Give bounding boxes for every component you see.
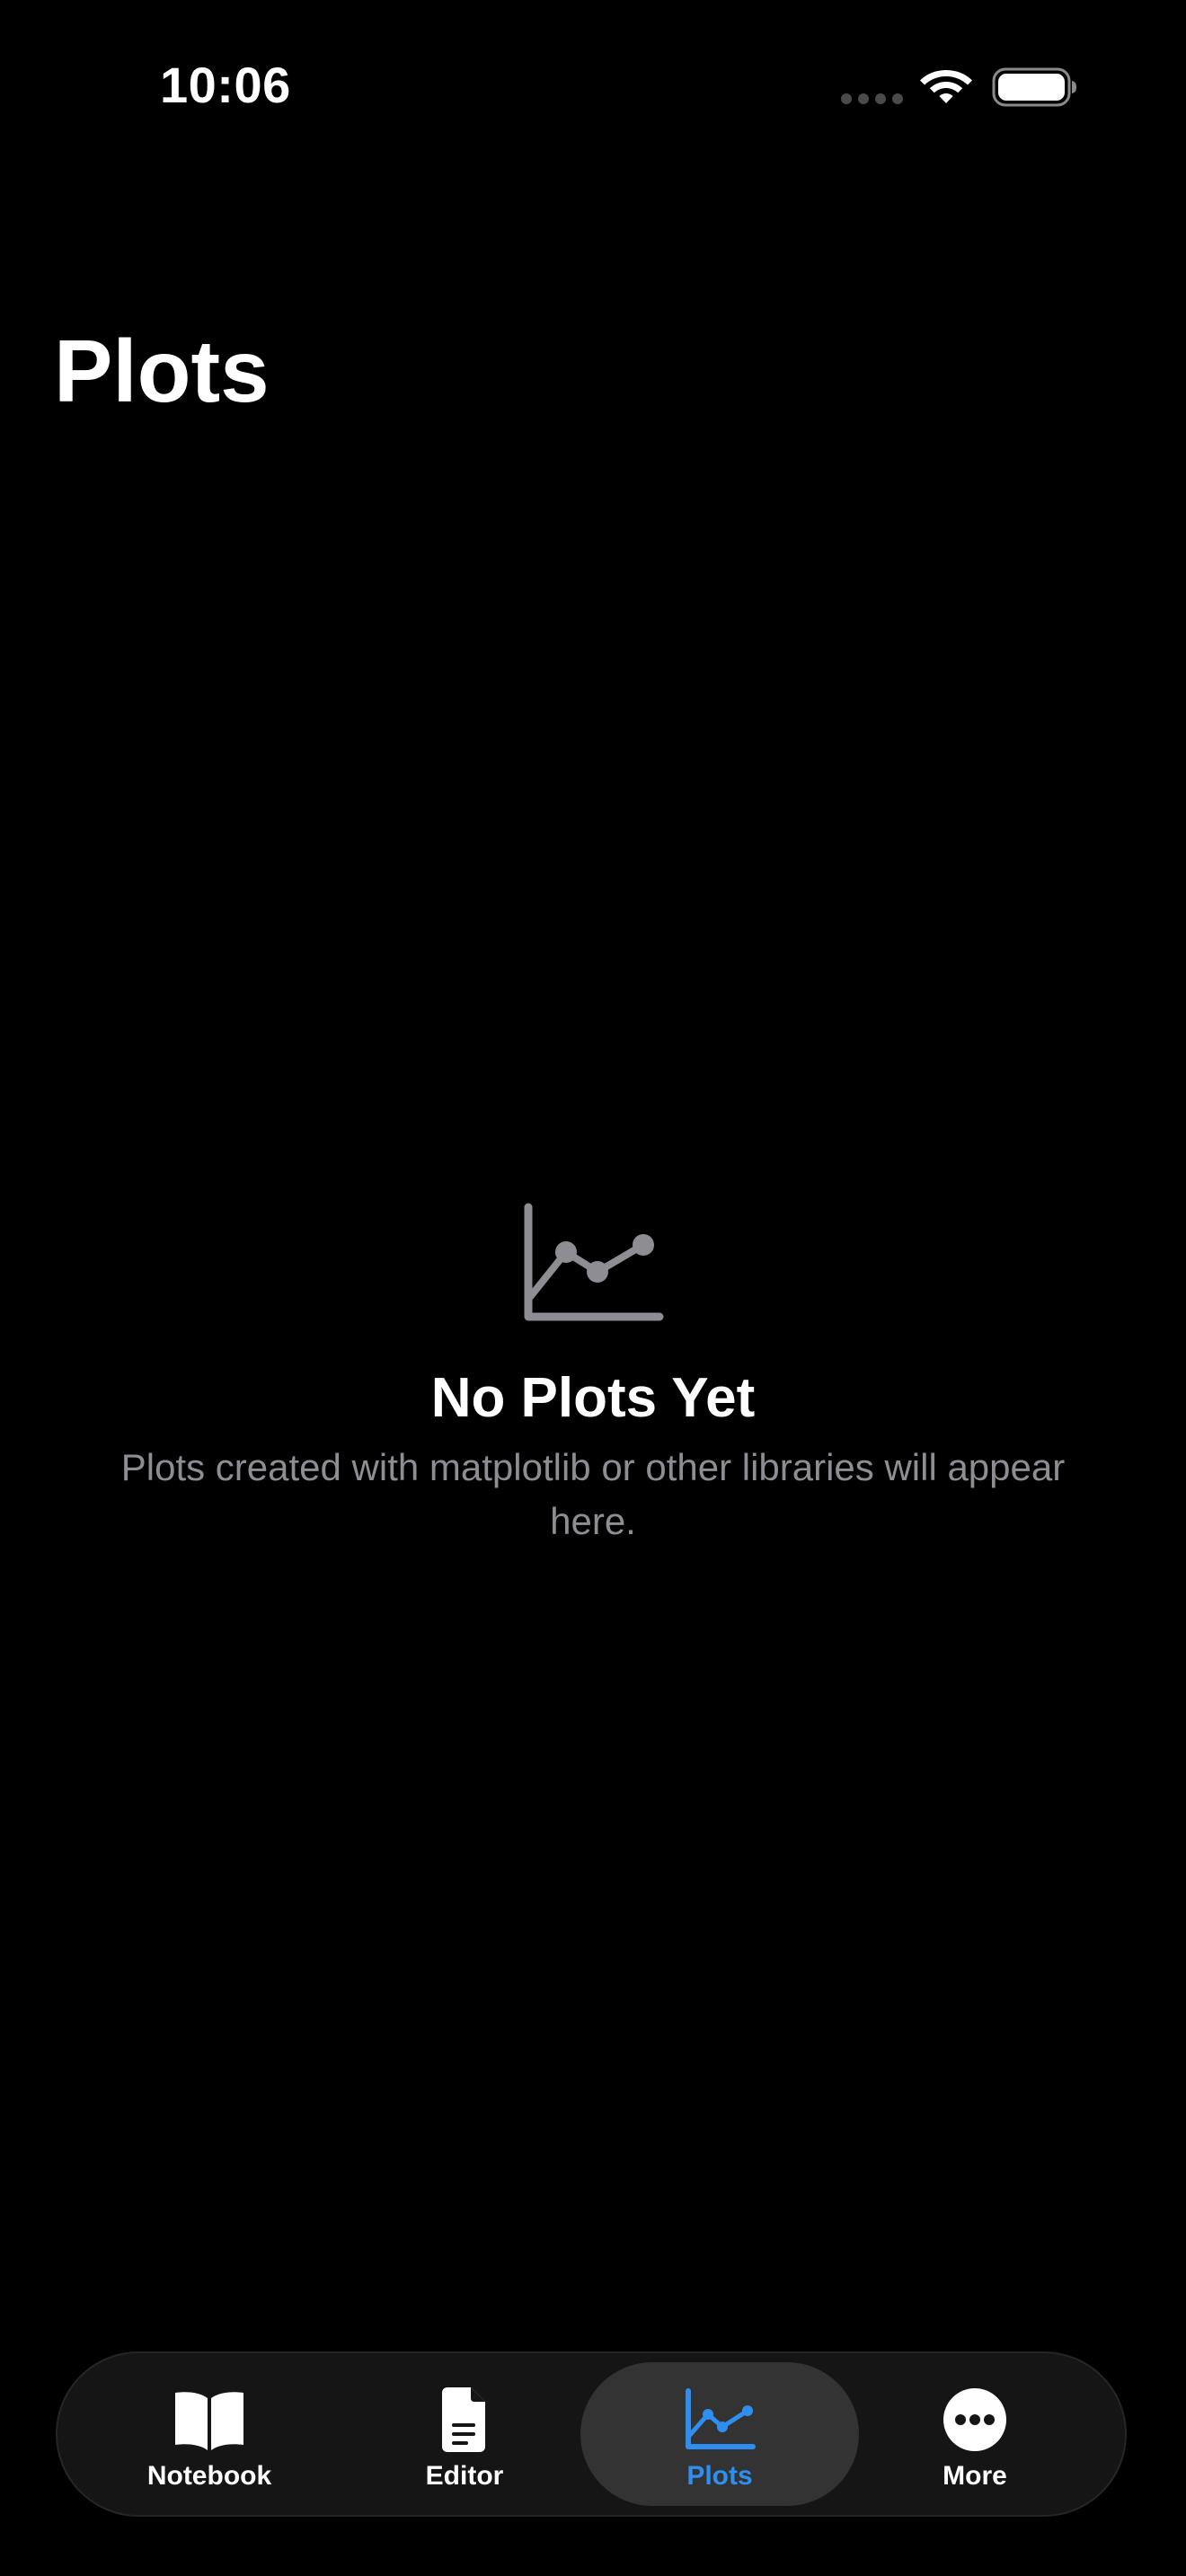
tab-notebook[interactable]: Notebook	[70, 2362, 349, 2506]
ellipsis-circle-icon	[943, 2388, 1006, 2451]
empty-state-title: No Plots Yet	[430, 1367, 756, 1429]
empty-state: No Plots Yet Plots created with matplotl…	[0, 1200, 1186, 1548]
status-bar: 10:06	[0, 0, 1186, 180]
chart-line-icon	[524, 1203, 664, 1321]
status-time: 10:06	[160, 57, 291, 113]
page-title: Plots	[54, 322, 270, 420]
cellular-signal-icon	[841, 93, 903, 104]
chart-line-icon	[686, 2388, 756, 2449]
empty-state-message: Plots created with matplotlib or other l…	[120, 1446, 1066, 1542]
tab-label: Editor	[425, 2461, 504, 2491]
tab-label: More	[943, 2461, 1007, 2491]
book-icon	[175, 2392, 243, 2450]
document-icon	[442, 2387, 485, 2452]
tab-label: Plots	[686, 2461, 753, 2491]
tab-editor[interactable]: Editor	[325, 2362, 604, 2506]
tab-plots[interactable]: Plots	[580, 2362, 859, 2506]
battery-icon	[992, 67, 1076, 107]
tab-more[interactable]: More	[836, 2362, 1114, 2506]
tab-label: Notebook	[146, 2461, 272, 2491]
wifi-icon	[920, 70, 972, 103]
tab-bar: Notebook Editor Plots More	[56, 2351, 1127, 2517]
